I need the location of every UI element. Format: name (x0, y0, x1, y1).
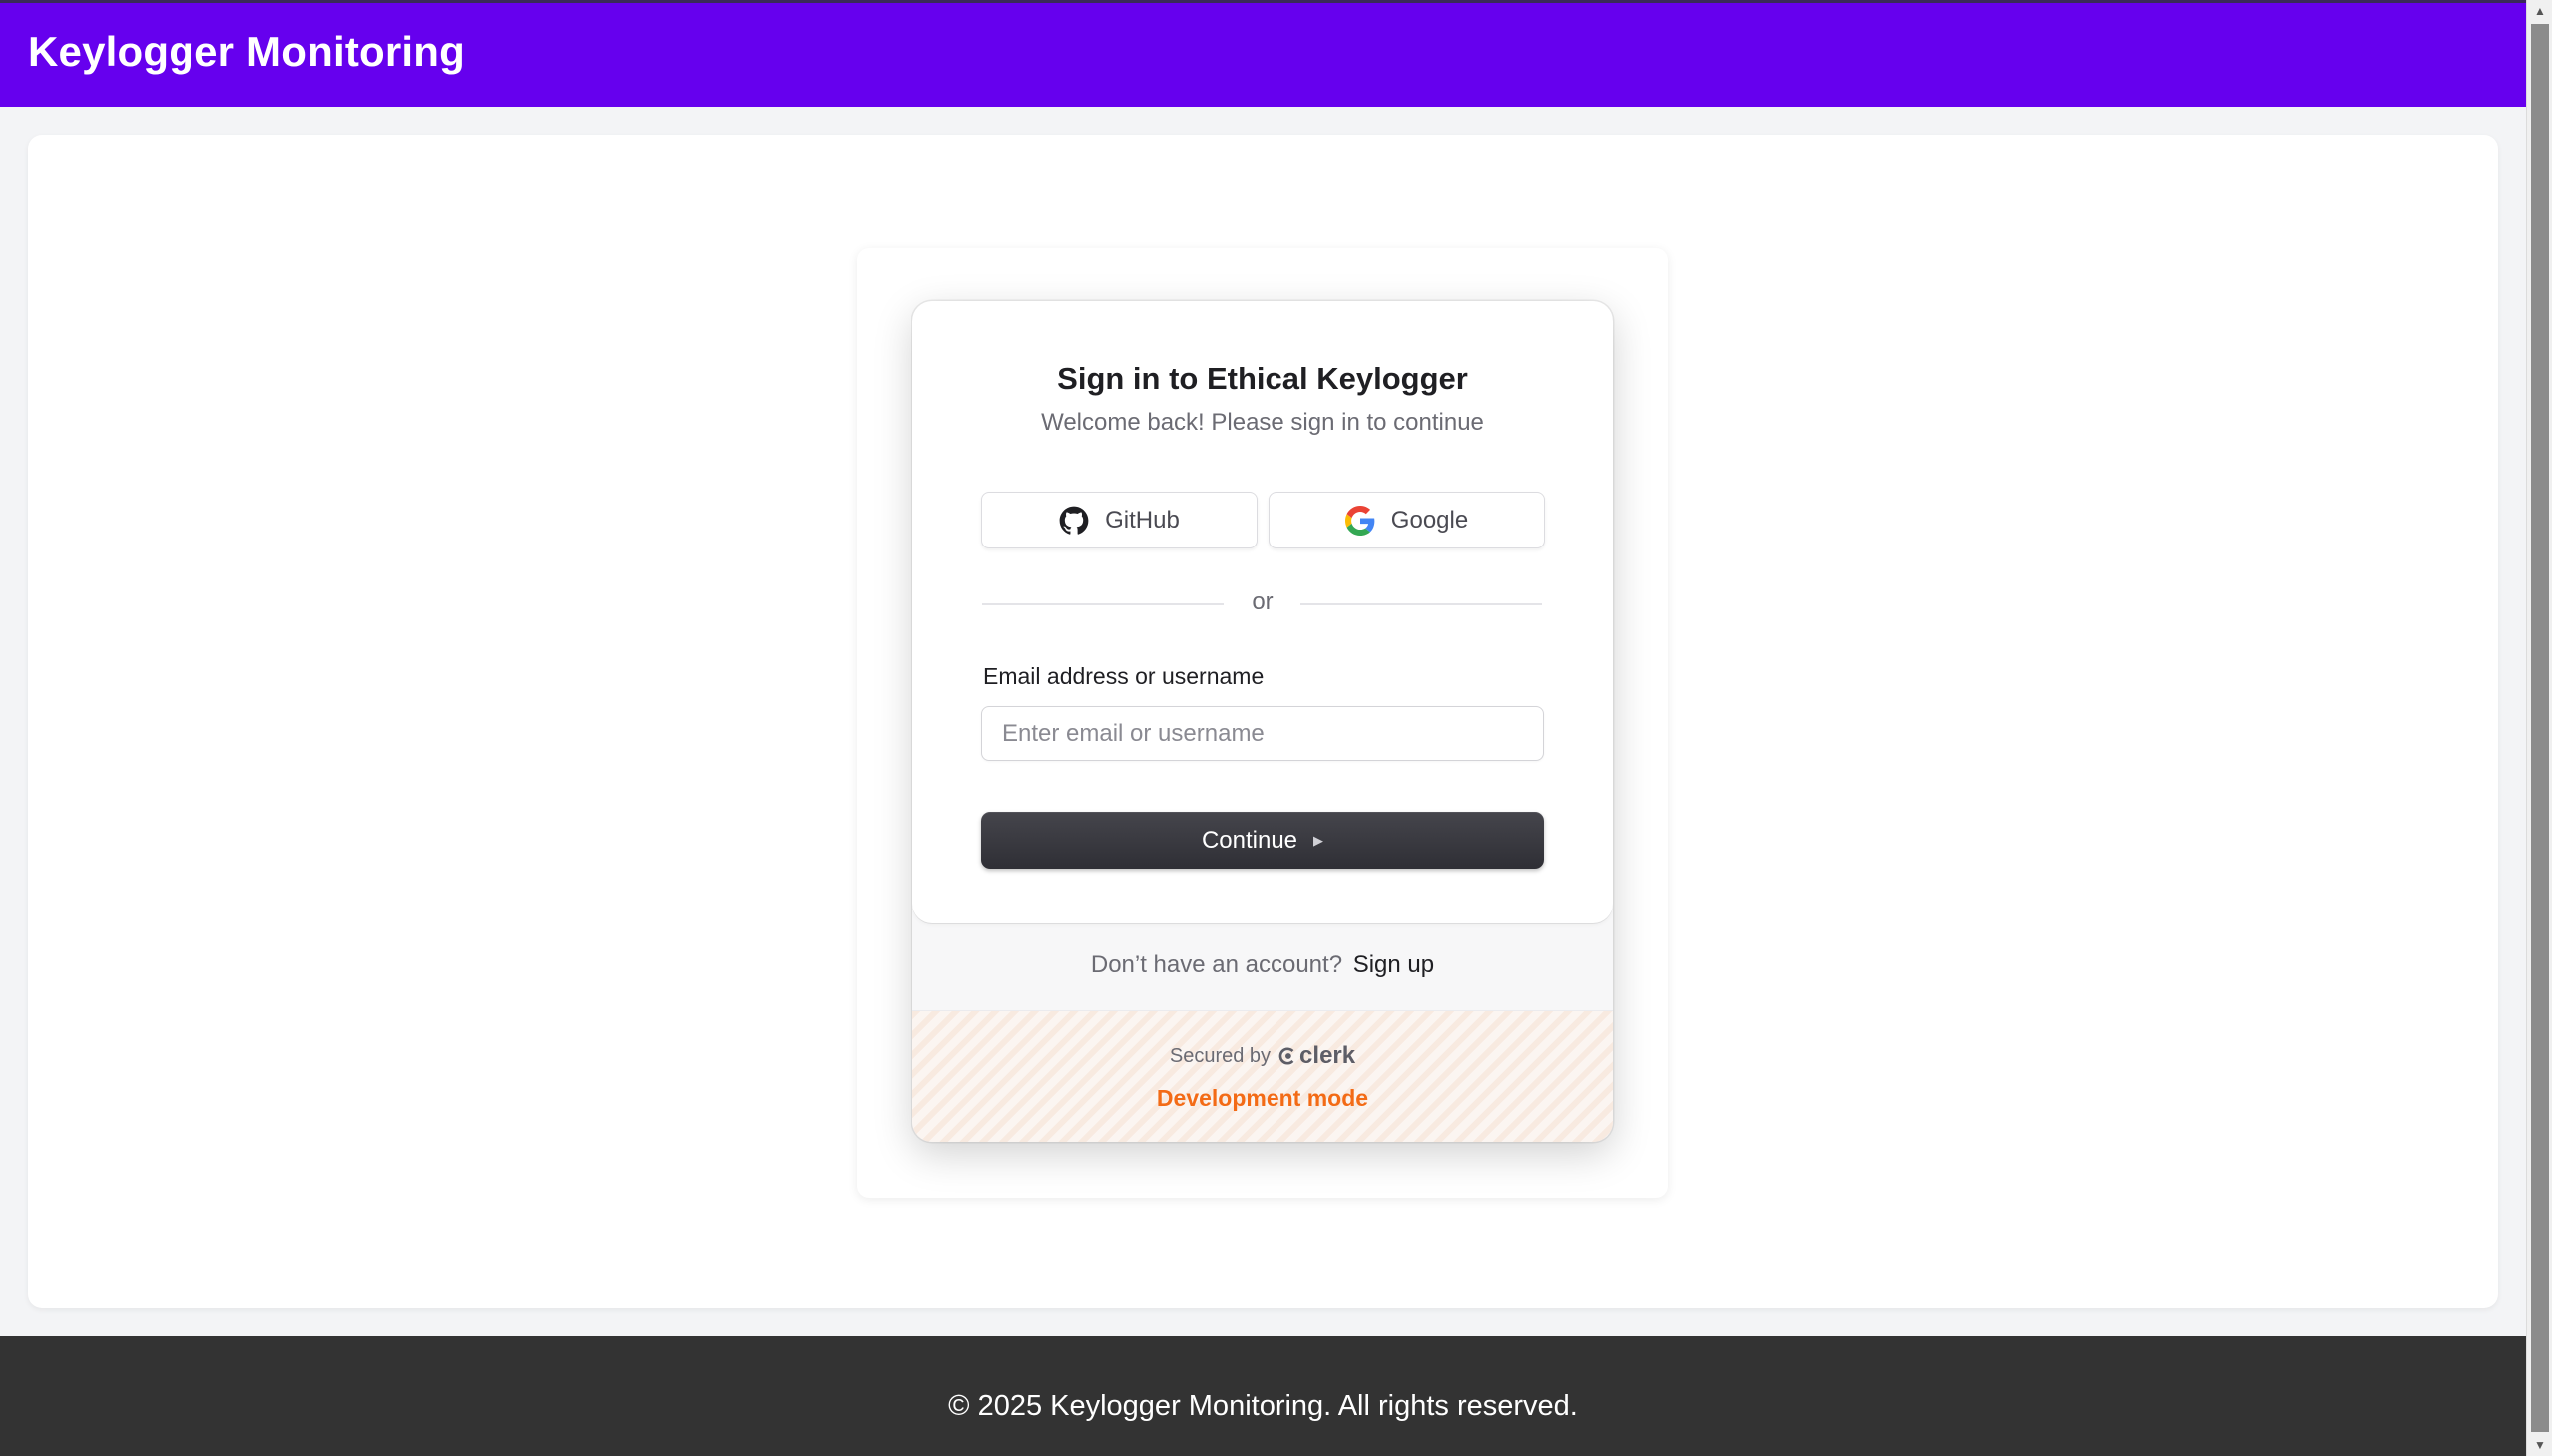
app-title: Keylogger Monitoring (28, 28, 465, 75)
signin-form-panel: Sign in to Ethical Keylogger Welcome bac… (912, 301, 1613, 923)
clerk-icon (1278, 1047, 1294, 1065)
google-signin-button[interactable]: Google (1269, 492, 1545, 548)
github-icon (1059, 506, 1089, 536)
signup-prompt-text: Don’t have an account? (1090, 951, 1343, 978)
signup-prompt-row: Don’t have an account? Sign up (912, 951, 1613, 979)
app-header: Keylogger Monitoring (0, 0, 2526, 107)
secured-by-row: Secured by clerk (912, 1042, 1613, 1070)
page: Keylogger Monitoring Sign in to Ethical … (0, 0, 2526, 1456)
email-field-label: Email address or username (983, 663, 1265, 689)
github-button-label: GitHub (1105, 506, 1180, 534)
signup-link[interactable]: Sign up (1353, 951, 1434, 978)
app-footer: © 2025 Keylogger Monitoring. All rights … (0, 1336, 2526, 1456)
email-username-input[interactable] (981, 706, 1544, 761)
signin-subtitle: Welcome back! Please sign in to continue (1041, 409, 1484, 436)
signin-title: Sign in to Ethical Keylogger (1057, 361, 1468, 396)
scrollbar-thumb[interactable] (2531, 24, 2549, 1432)
clerk-wordmark: clerk (1299, 1042, 1356, 1069)
github-signin-button[interactable]: GitHub (981, 492, 1258, 548)
continue-button[interactable]: Continue ▶ (981, 812, 1544, 869)
continue-button-label: Continue (1201, 826, 1298, 854)
signin-card: Sign in to Ethical Keylogger Welcome bac… (912, 301, 1613, 1142)
secured-by-text: Secured by (1169, 1044, 1272, 1067)
copyright-text: © 2025 Keylogger Monitoring. All rights … (948, 1390, 1578, 1422)
google-icon (1344, 505, 1375, 536)
google-button-label: Google (1390, 506, 1469, 534)
scroll-up-arrow-icon[interactable]: ▲ (2527, 0, 2552, 22)
play-arrow-icon: ▶ (1313, 832, 1324, 848)
development-mode-badge: Development mode (1156, 1085, 1369, 1111)
divider-or: or (1252, 588, 1274, 615)
vertical-scrollbar[interactable]: ▲ ▼ (2526, 0, 2552, 1456)
clerk-logo[interactable]: clerk (1278, 1042, 1355, 1070)
divider-line-right (1300, 603, 1542, 605)
clerk-footer: Secured by clerk Development mode (912, 1010, 1613, 1142)
scroll-down-arrow-icon[interactable]: ▼ (2527, 1434, 2552, 1456)
